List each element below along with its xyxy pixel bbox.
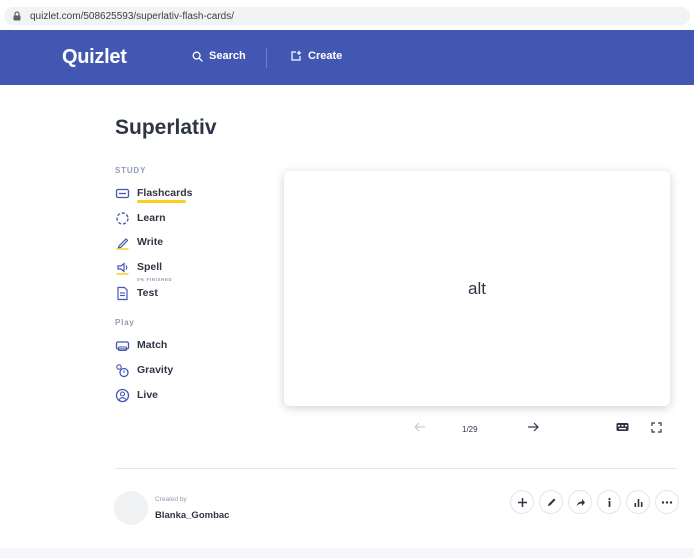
lock-icon: [13, 11, 21, 21]
previous-card-button[interactable]: [412, 418, 428, 436]
sidebar-item-label: Gravity: [137, 364, 174, 376]
more-options-button[interactable]: [655, 490, 679, 514]
study-heading: STUDY: [115, 166, 147, 175]
pencil-icon: [547, 498, 555, 506]
sidebar-item-label: Test: [137, 287, 158, 299]
flashcard[interactable]: alt: [284, 171, 670, 406]
sidebar-item-write[interactable]: Write: [115, 232, 163, 252]
search-icon: [192, 51, 203, 62]
sidebar-item-label: Spell: [137, 261, 163, 273]
sidebar-item-label: Match: [137, 339, 168, 351]
sidebar-item-learn[interactable]: Learn: [115, 208, 166, 228]
address-field[interactable]: quizlet.com/508625593/superlativ-flash-c…: [4, 7, 690, 25]
quizlet-logo[interactable]: Quizlet: [62, 46, 127, 69]
plus-icon: [517, 497, 527, 507]
search-button[interactable]: Search: [192, 50, 246, 62]
more-horizontal-icon: [661, 500, 673, 504]
play-heading: Play: [115, 318, 135, 327]
creator-name-link[interactable]: Blanka_Gombac: [155, 510, 229, 521]
active-tab-indicator: [137, 200, 186, 203]
create-label: Create: [308, 50, 343, 62]
test-icon: [117, 286, 128, 300]
keyboard-icon: [616, 423, 628, 431]
sidebar-item-match[interactable]: Match: [115, 335, 167, 355]
sidebar-item-test[interactable]: Test: [115, 283, 158, 303]
section-divider: [115, 468, 677, 469]
creator-avatar[interactable]: [114, 491, 148, 525]
sidebar-item-label: Live: [137, 389, 159, 401]
card-counter: 1/29: [462, 425, 478, 434]
fullscreen-button[interactable]: [648, 418, 664, 436]
info-icon: [607, 497, 611, 507]
keyboard-shortcuts-button[interactable]: [614, 418, 630, 436]
stats-button[interactable]: [626, 490, 650, 514]
add-to-class-button[interactable]: [510, 490, 534, 514]
spell-progress-text: 0% FINISHED: [137, 277, 173, 282]
spell-icon: [116, 261, 129, 275]
arrow-left-icon: [414, 422, 425, 432]
arrow-right-icon: [528, 422, 539, 432]
footer-band: [0, 548, 694, 558]
share-button[interactable]: [568, 490, 592, 514]
flashcards-icon: [115, 188, 130, 198]
next-card-button[interactable]: [525, 418, 541, 436]
match-icon: [115, 340, 130, 351]
create-icon: [291, 50, 302, 61]
share-arrow-icon: [576, 498, 585, 506]
nav-divider: [266, 48, 267, 68]
top-nav: Quizlet Search Create: [0, 30, 694, 85]
sidebar-item-label: Learn: [137, 212, 166, 224]
created-by-label: Created by: [155, 496, 187, 503]
sidebar-item-label: Flashcards: [137, 187, 193, 199]
edit-button[interactable]: [539, 490, 563, 514]
sidebar-item-spell[interactable]: Spell: [115, 257, 162, 277]
bar-chart-icon: [634, 498, 642, 507]
page-title: Superlativ: [115, 116, 217, 139]
fullscreen-icon: [650, 421, 662, 433]
gravity-icon: [116, 363, 129, 377]
sidebar-item-gravity[interactable]: Gravity: [115, 360, 173, 380]
flashcard-term: alt: [468, 278, 486, 298]
url-text: quizlet.com/508625593/superlativ-flash-c…: [30, 10, 234, 22]
create-button[interactable]: Create: [290, 50, 342, 62]
write-icon: [116, 237, 129, 250]
search-label: Search: [209, 50, 246, 62]
sidebar-item-live[interactable]: Live: [115, 385, 158, 405]
learn-icon: [116, 211, 129, 225]
browser-url-bar: quizlet.com/508625593/superlativ-flash-c…: [0, 0, 694, 30]
info-button[interactable]: [597, 490, 621, 514]
sidebar-item-label: Write: [137, 236, 164, 248]
live-icon: [115, 388, 130, 402]
